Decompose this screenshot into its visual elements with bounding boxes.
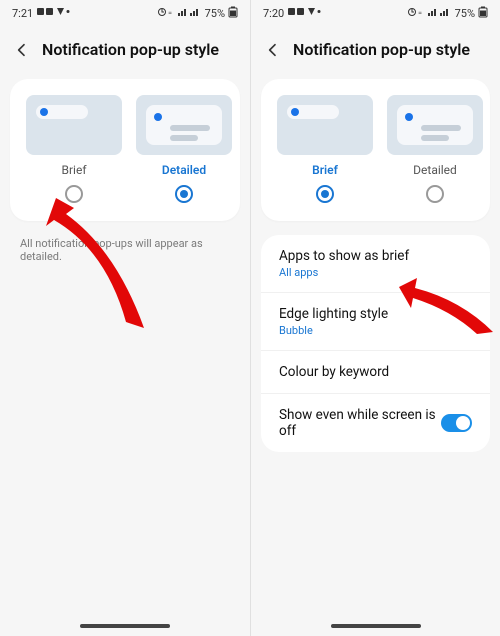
back-icon[interactable] (265, 42, 281, 58)
gesture-bar[interactable] (80, 624, 170, 628)
gesture-bar[interactable] (331, 624, 421, 628)
screenshot-right: 7:20 ꓿ 75% Notification pop-up style Bri… (250, 0, 500, 636)
status-bar: 7:20 ꓿ 75% (251, 0, 500, 26)
preview-detailed-icon (387, 95, 483, 155)
option-brief[interactable]: Brief (277, 95, 373, 203)
svg-text:꓿: ꓿ (418, 9, 422, 17)
status-icons-left (288, 7, 322, 20)
row-title: Apps to show as brief (279, 248, 409, 264)
radio-detailed[interactable] (175, 185, 193, 203)
status-icons-right: ꓿ (408, 7, 452, 20)
battery-icon (478, 6, 488, 21)
option-detailed-label: Detailed (162, 163, 206, 177)
status-battery: 75% (205, 7, 225, 20)
radio-brief[interactable] (65, 185, 83, 203)
row-title: Edge lighting style (279, 306, 388, 322)
row-colour-keyword[interactable]: Colour by keyword (261, 350, 490, 393)
preview-detailed-icon (136, 95, 232, 155)
option-detailed[interactable]: Detailed (387, 95, 483, 203)
page-title: Notification pop-up style (42, 40, 219, 59)
row-title: Show even while screen is off (279, 407, 441, 439)
page-title: Notification pop-up style (293, 40, 470, 59)
option-brief-label: Brief (62, 163, 87, 177)
row-subtitle: All apps (279, 266, 409, 279)
page-header: Notification pop-up style (0, 26, 250, 73)
settings-list: Apps to show as brief All apps Edge ligh… (261, 235, 490, 452)
style-card: Brief Detailed (10, 79, 240, 221)
screenshot-left: 7:21 ꓿ 75% Notification pop-up style Bri… (0, 0, 250, 636)
status-battery: 75% (455, 7, 475, 20)
status-icons-right: ꓿ (158, 7, 202, 20)
row-edge-lighting[interactable]: Edge lighting style Bubble (261, 292, 490, 350)
toggle-show-screen-off[interactable] (441, 414, 472, 432)
back-icon[interactable] (14, 42, 30, 58)
option-brief-label: Brief (312, 163, 338, 177)
battery-icon (228, 6, 238, 21)
hint-text: All notification pop-ups will appear as … (0, 235, 250, 265)
status-bar: 7:21 ꓿ 75% (0, 0, 250, 26)
row-apps-brief[interactable]: Apps to show as brief All apps (261, 235, 490, 292)
status-time: 7:20 (263, 7, 284, 20)
option-detailed-label: Detailed (413, 163, 457, 177)
status-time: 7:21 (12, 7, 33, 20)
preview-brief-icon (277, 95, 373, 155)
page-header: Notification pop-up style (251, 26, 500, 73)
status-icons-left (37, 7, 71, 20)
svg-text:꓿: ꓿ (168, 9, 172, 17)
option-brief[interactable]: Brief (26, 95, 122, 203)
row-subtitle: Bubble (279, 324, 388, 337)
radio-brief[interactable] (316, 185, 334, 203)
option-detailed[interactable]: Detailed (136, 95, 232, 203)
style-card: Brief Detailed (261, 79, 490, 221)
row-show-screen-off[interactable]: Show even while screen is off (261, 393, 490, 452)
radio-detailed[interactable] (426, 185, 444, 203)
preview-brief-icon (26, 95, 122, 155)
row-title: Colour by keyword (279, 364, 389, 380)
